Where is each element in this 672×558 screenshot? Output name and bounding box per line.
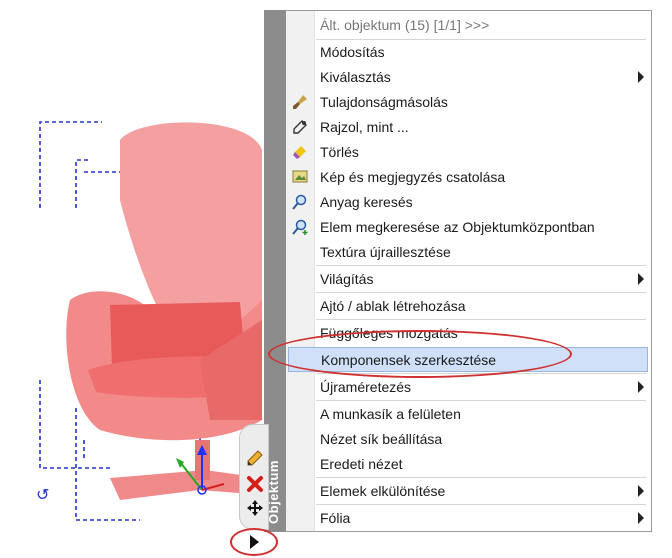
menu-item-label: Kiválasztás	[320, 69, 391, 85]
menu-item-label: Kép és megjegyzés csatolása	[320, 169, 506, 185]
separator	[316, 319, 646, 320]
menu-item-torles[interactable]: Törlés	[286, 140, 650, 165]
separator	[316, 400, 646, 401]
menu-item-textura[interactable]: Textúra újraillesztése	[286, 240, 650, 265]
menu-item-ujrameretezes[interactable]: Újraméretezés	[286, 375, 650, 400]
brush-icon	[293, 95, 307, 109]
image-note-icon	[292, 170, 308, 183]
menu-item-elemek-elkulonitese[interactable]: Elemek elkülönítése	[286, 479, 650, 504]
menu-item-label: Eredeti nézet	[320, 456, 403, 472]
move-arrows-icon[interactable]	[246, 499, 264, 517]
rotate-icon[interactable]: ↺	[36, 485, 49, 504]
eyedropper-icon	[293, 120, 307, 134]
menu-item-label: Ajtó / ablak létrehozása	[320, 298, 466, 314]
menu-item-label: A munkasík a felületen	[320, 406, 461, 422]
menu-item-label: Fólia	[320, 510, 351, 526]
menu-item-nezet-sik[interactable]: Nézet sík beállítása	[286, 427, 650, 452]
menu-item-munkasik[interactable]: A munkasík a felületen	[286, 402, 650, 427]
menu-item-ajto-ablak[interactable]: Ajtó / ablak létrehozása	[286, 294, 650, 319]
separator	[316, 265, 646, 266]
egg-chair	[66, 122, 262, 500]
menu-item-eredeti-nezet[interactable]: Eredeti nézet	[286, 452, 650, 477]
menu-item-label: Anyag keresés	[320, 194, 413, 210]
menu-item-anyag-kereses[interactable]: Anyag keresés	[286, 190, 650, 215]
menu-item-tulajdonsagmasolas[interactable]: Tulajdonságmásolás	[286, 90, 650, 115]
delete-x-icon[interactable]	[246, 475, 264, 493]
submenu-arrow-icon	[638, 512, 644, 524]
context-menu: Ált. objektum (15) [1/1] >>> Módosítás K…	[286, 10, 652, 532]
magnifier-plus-icon	[292, 219, 308, 235]
pencil-icon[interactable]	[246, 449, 264, 467]
menu-item-elem-megkeresese[interactable]: Elem megkeresése az Objektumközpontban	[286, 215, 650, 240]
menu-item-label: Világítás	[320, 271, 374, 287]
menu-item-label: Nézet sík beállítása	[320, 431, 443, 447]
separator	[316, 477, 646, 478]
menu-item-rajzol-mint[interactable]: Rajzol, mint ...	[286, 115, 650, 140]
menu-item-label: Elemek elkülönítése	[320, 483, 446, 499]
menu-item-kep-megjegyzes[interactable]: Kép és megjegyzés csatolása	[286, 165, 650, 190]
eraser-icon	[293, 146, 306, 159]
menu-item-folia[interactable]: Fólia	[286, 506, 650, 531]
menu-item-label: Újraméretezés	[320, 379, 412, 395]
menu-header-label: Ált. objektum (15) [1/1] >>>	[320, 17, 490, 33]
separator	[316, 292, 646, 293]
menu-item-modositas[interactable]: Módosítás	[286, 40, 650, 65]
submenu-arrow-icon	[638, 273, 644, 285]
magnifier-icon	[292, 194, 307, 210]
menu-item-kivalasztas[interactable]: Kiválasztás	[286, 65, 650, 90]
menu-item-label: Módosítás	[320, 44, 385, 60]
separator	[316, 504, 646, 505]
menu-item-label: Rajzol, mint ...	[320, 119, 409, 135]
menu-item-vilagitas[interactable]: Világítás	[286, 267, 650, 292]
submenu-arrow-icon	[638, 485, 644, 497]
menu-item-label: Törlés	[320, 144, 359, 160]
mini-toolbar	[239, 424, 269, 530]
arrow-annotation	[230, 528, 278, 556]
menu-item-label: Tulajdonságmásolás	[320, 94, 448, 110]
highlight-annotation	[268, 330, 572, 378]
submenu-arrow-icon	[638, 71, 644, 83]
menu-header[interactable]: Ált. objektum (15) [1/1] >>>	[286, 13, 650, 38]
submenu-arrow-icon	[638, 381, 644, 393]
menu-item-label: Elem megkeresése az Objektumközpontban	[320, 219, 595, 235]
menu-item-label: Textúra újraillesztése	[320, 244, 451, 260]
